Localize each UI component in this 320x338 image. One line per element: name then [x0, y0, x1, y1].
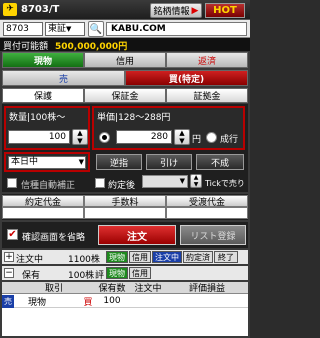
tick-sell-label: Tickで売り	[205, 179, 245, 188]
execution-amount-value	[2, 207, 84, 219]
tab-sell[interactable]: 売	[2, 70, 125, 86]
auto-correct-checkbox[interactable]	[7, 178, 17, 188]
account-tabs: 保護 保証金 証拠金	[2, 88, 248, 103]
hot-button[interactable]: HOT	[205, 3, 245, 18]
order-submit-button[interactable]: 注文	[98, 225, 176, 245]
order-status-row: + 注文中 1100株 現物 信用 注文中 約定済 終了	[2, 250, 248, 265]
fee-value	[84, 207, 166, 219]
quantity-input[interactable]: 100	[8, 130, 70, 144]
condition-select[interactable]: 本日中 ▼	[8, 156, 86, 169]
tab-cash[interactable]: 現物	[2, 52, 84, 68]
price-stepper[interactable]: ▲ ▼	[174, 129, 190, 145]
order-status-count: 1100株	[68, 255, 100, 265]
funari-button[interactable]: 不成	[196, 154, 244, 170]
stock-info-button[interactable]: 銘柄情報 ▶	[150, 3, 202, 18]
list-register-button[interactable]: リスト登録	[180, 225, 246, 245]
skip-confirm-label: 確認画面を省略	[22, 233, 86, 243]
execution-amount-header: 約定代金	[2, 195, 84, 208]
holdings-header-trade: 取引	[44, 284, 63, 294]
buying-power-amount: 500,000,000円	[55, 42, 128, 52]
skip-confirm-checkbox[interactable]: ✔	[7, 229, 18, 240]
badge-done[interactable]: 終了	[214, 251, 238, 263]
settlement-amount-value	[166, 207, 248, 219]
window-title: 8703/T	[21, 4, 60, 15]
limit-radio[interactable]	[99, 132, 110, 143]
row-qty: 100	[103, 296, 121, 306]
fee-header: 手数料	[84, 195, 166, 208]
badge-cash[interactable]: 現物	[106, 251, 128, 263]
holdings-header-pl: 評価損益	[188, 284, 225, 294]
auto-correct-label: 信種自動補正	[21, 181, 76, 191]
app-logo-icon: ✈	[3, 3, 17, 16]
submit-row: ✔ 確認画面を省略 注文 リスト登録	[2, 222, 248, 248]
row-sell-tag[interactable]: 売	[2, 294, 14, 308]
tab-margin-deposit[interactable]: 証拠金	[166, 88, 248, 103]
market-radio[interactable]	[206, 132, 217, 143]
after-execution-stepper[interactable]: ▲ ▼	[190, 174, 202, 188]
quantity-label: 数量|100株〜	[9, 113, 66, 123]
market-order-label: 成行	[220, 135, 239, 145]
holdings-table: 取引 保有数 注文中 評価損益 売 現物 買 100	[2, 282, 248, 336]
search-icon[interactable]: 🔍	[88, 21, 104, 37]
row-type: 現物	[28, 297, 47, 308]
price-label: 単価|128〜288円	[97, 113, 171, 123]
tab-repay[interactable]: 返済	[166, 52, 248, 68]
tab-guarantee[interactable]: 保証金	[84, 88, 166, 103]
buying-power-label: 買付可能額	[3, 42, 49, 52]
row-flag: 買	[83, 297, 93, 308]
symbol-code-input[interactable]: 8703	[3, 22, 43, 36]
totals-values	[2, 207, 248, 219]
holdings-header-pending: 注文中	[134, 284, 162, 294]
symbol-bar: 8703 東証▼ 🔍 KABU.COM	[0, 20, 250, 38]
price-panel: 単価|128〜288円 280 ▲ ▼ 円 成行	[92, 106, 245, 150]
holdings-header-qty: 保有数	[98, 284, 126, 294]
price-input[interactable]: 280	[116, 130, 172, 144]
badge-pending[interactable]: 注文中	[152, 251, 182, 263]
side-tabs: 売 買(特定)	[2, 70, 248, 86]
holdings-count: 100株	[68, 271, 95, 281]
order-status-label: 注文中	[16, 255, 44, 265]
market-select[interactable]: 東証▼	[45, 22, 85, 36]
quantity-panel: 数量|100株〜 100 ▲ ▼	[4, 106, 90, 150]
close-order-button[interactable]: 引け	[146, 154, 192, 170]
holdings-badge-cash[interactable]: 現物	[106, 267, 128, 279]
tab-margin[interactable]: 信用	[84, 52, 166, 68]
table-row[interactable]: 売 現物 買 100	[2, 294, 248, 308]
after-execution-checkbox[interactable]	[95, 178, 105, 188]
holdings-label: 保有	[22, 271, 41, 281]
quantity-stepper[interactable]: ▲ ▼	[72, 129, 88, 145]
condition-panel: 本日中 ▼	[4, 152, 90, 172]
tab-buy-specific[interactable]: 買(特定)	[125, 70, 248, 86]
holdings-valuation-flag: 評	[95, 271, 105, 281]
totals-panel: 約定代金 手数料 受渡代金	[2, 194, 248, 220]
order-form: 数量|100株〜 100 ▲ ▼ 単価|128〜288円 280 ▲ ▼ 円 成行 …	[2, 104, 248, 192]
holdings-row: − 保有 100株 評 現物 信用	[2, 266, 248, 281]
site-label[interactable]: KABU.COM	[106, 22, 247, 36]
price-unit: 円	[192, 135, 202, 145]
stop-order-button[interactable]: 逆指	[96, 154, 142, 170]
after-execution-label: 約定後	[108, 181, 136, 191]
title-bar: ✈ 8703/T 銘柄情報 ▶ HOT	[0, 0, 250, 20]
tab-protect[interactable]: 保護	[2, 88, 84, 103]
expand-orders-icon[interactable]: +	[4, 252, 14, 262]
badge-executed[interactable]: 約定済	[183, 251, 213, 263]
collapse-holdings-icon[interactable]: −	[4, 268, 14, 278]
holdings-badge-margin[interactable]: 信用	[129, 267, 151, 279]
settlement-amount-header: 受渡代金	[166, 195, 248, 208]
badge-margin[interactable]: 信用	[129, 251, 151, 263]
account-bar: 買付可能額 500,000,000円	[0, 38, 250, 52]
after-execution-select[interactable]: ▼	[142, 175, 188, 188]
order-type-tabs: 現物 信用 返済	[2, 52, 248, 68]
